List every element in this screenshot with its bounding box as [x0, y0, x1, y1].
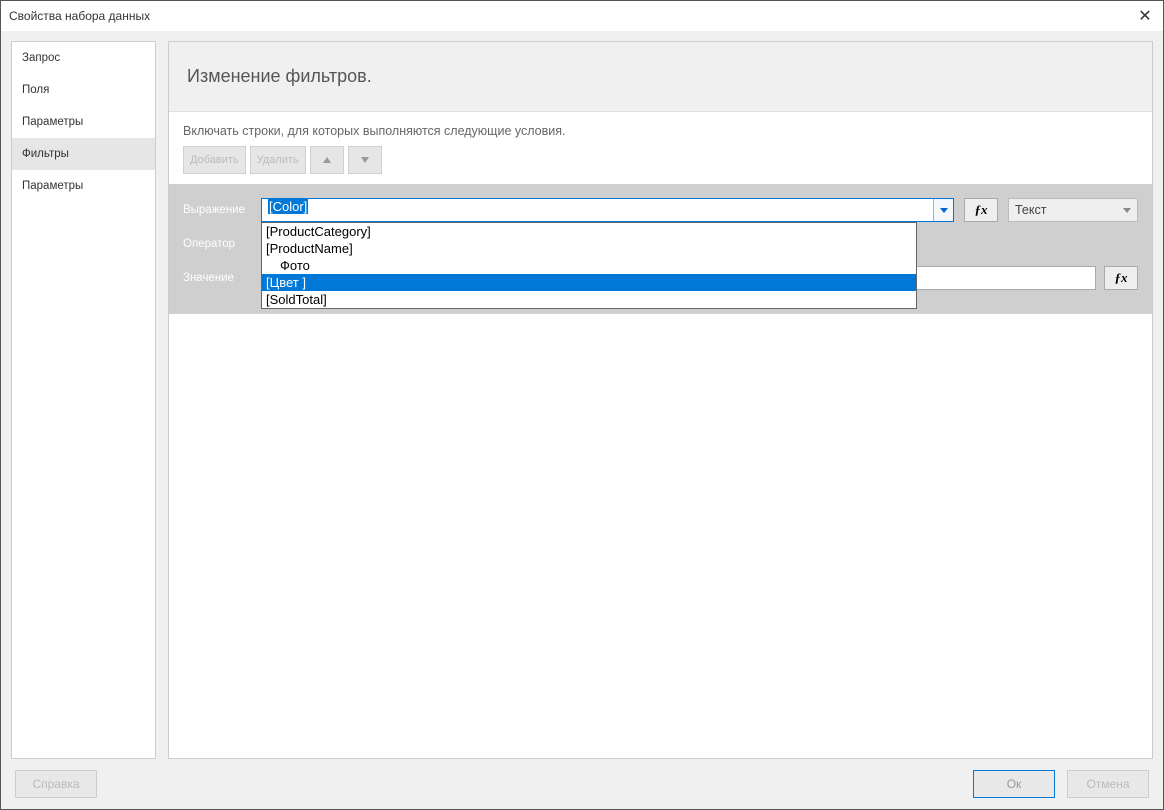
- operator-label: Оператор: [183, 238, 251, 250]
- delete-button[interactable]: Удалить: [250, 146, 306, 174]
- dropdown-item-productname[interactable]: [ProductName]: [262, 240, 916, 257]
- close-icon[interactable]: ✕: [1135, 6, 1155, 26]
- arrow-up-icon: [323, 157, 331, 163]
- ok-button[interactable]: Ок: [973, 770, 1055, 798]
- chevron-down-icon: [1123, 208, 1131, 213]
- type-value: Текст: [1015, 203, 1046, 217]
- main-header: Изменение фильтров.: [169, 42, 1152, 112]
- expression-label: Выражение: [183, 204, 251, 216]
- type-combo[interactable]: Текст: [1008, 198, 1138, 222]
- sidebar-item-query[interactable]: Запрос: [12, 42, 155, 74]
- expression-input[interactable]: [Color]: [262, 199, 933, 221]
- expression-dropdown-list: [ProductCategory] [ProductName] Фото [Цв…: [261, 222, 917, 309]
- sidebar-item-parameters-2[interactable]: Параметры: [12, 170, 155, 202]
- dropdown-item-productcategory[interactable]: [ProductCategory]: [262, 223, 916, 240]
- titlebar: Свойства набора данных ✕: [1, 1, 1163, 31]
- expression-row: Выражение [Color] ƒx Текст: [183, 198, 1138, 222]
- page-title: Изменение фильтров.: [187, 66, 1134, 87]
- window-title: Свойства набора данных: [9, 9, 1135, 23]
- chevron-down-icon: [940, 208, 948, 213]
- dropdown-item-photo[interactable]: Фото: [262, 257, 916, 274]
- move-down-button[interactable]: [348, 146, 382, 174]
- sidebar: Запрос Поля Параметры Фильтры Параметры: [11, 41, 156, 759]
- sidebar-item-filters[interactable]: Фильтры: [12, 138, 155, 170]
- empty-area: [169, 314, 1152, 758]
- add-button[interactable]: Добавить: [183, 146, 246, 174]
- main-panel: Изменение фильтров. Включать строки, для…: [168, 41, 1153, 759]
- instruction-text: Включать строки, для которых выполняются…: [169, 124, 1152, 146]
- dialog-window: Свойства набора данных ✕ Запрос Поля Пар…: [0, 0, 1164, 810]
- arrow-down-icon: [361, 157, 369, 163]
- expression-fx-button[interactable]: ƒx: [964, 198, 998, 222]
- filter-editor: Выражение [Color] ƒx Текст Оператор: [169, 184, 1152, 314]
- help-button[interactable]: Справка: [15, 770, 97, 798]
- value-fx-button[interactable]: ƒx: [1104, 266, 1138, 290]
- main-content: Включать строки, для которых выполняются…: [169, 112, 1152, 758]
- filter-toolbar: Добавить Удалить: [169, 146, 1152, 184]
- sidebar-item-fields[interactable]: Поля: [12, 74, 155, 106]
- expression-combo[interactable]: [Color]: [261, 198, 954, 222]
- move-up-button[interactable]: [310, 146, 344, 174]
- cancel-button[interactable]: Отмена: [1067, 770, 1149, 798]
- dialog-footer: Справка Ок Отмена: [1, 759, 1163, 809]
- body: Запрос Поля Параметры Фильтры Параметры …: [1, 31, 1163, 759]
- expression-dropdown-button[interactable]: [933, 199, 953, 221]
- dropdown-item-soldtotal[interactable]: [SoldTotal]: [262, 291, 916, 308]
- sidebar-item-parameters[interactable]: Параметры: [12, 106, 155, 138]
- dropdown-item-color[interactable]: [Цвет ]: [262, 274, 916, 291]
- value-label: Значение: [183, 272, 251, 284]
